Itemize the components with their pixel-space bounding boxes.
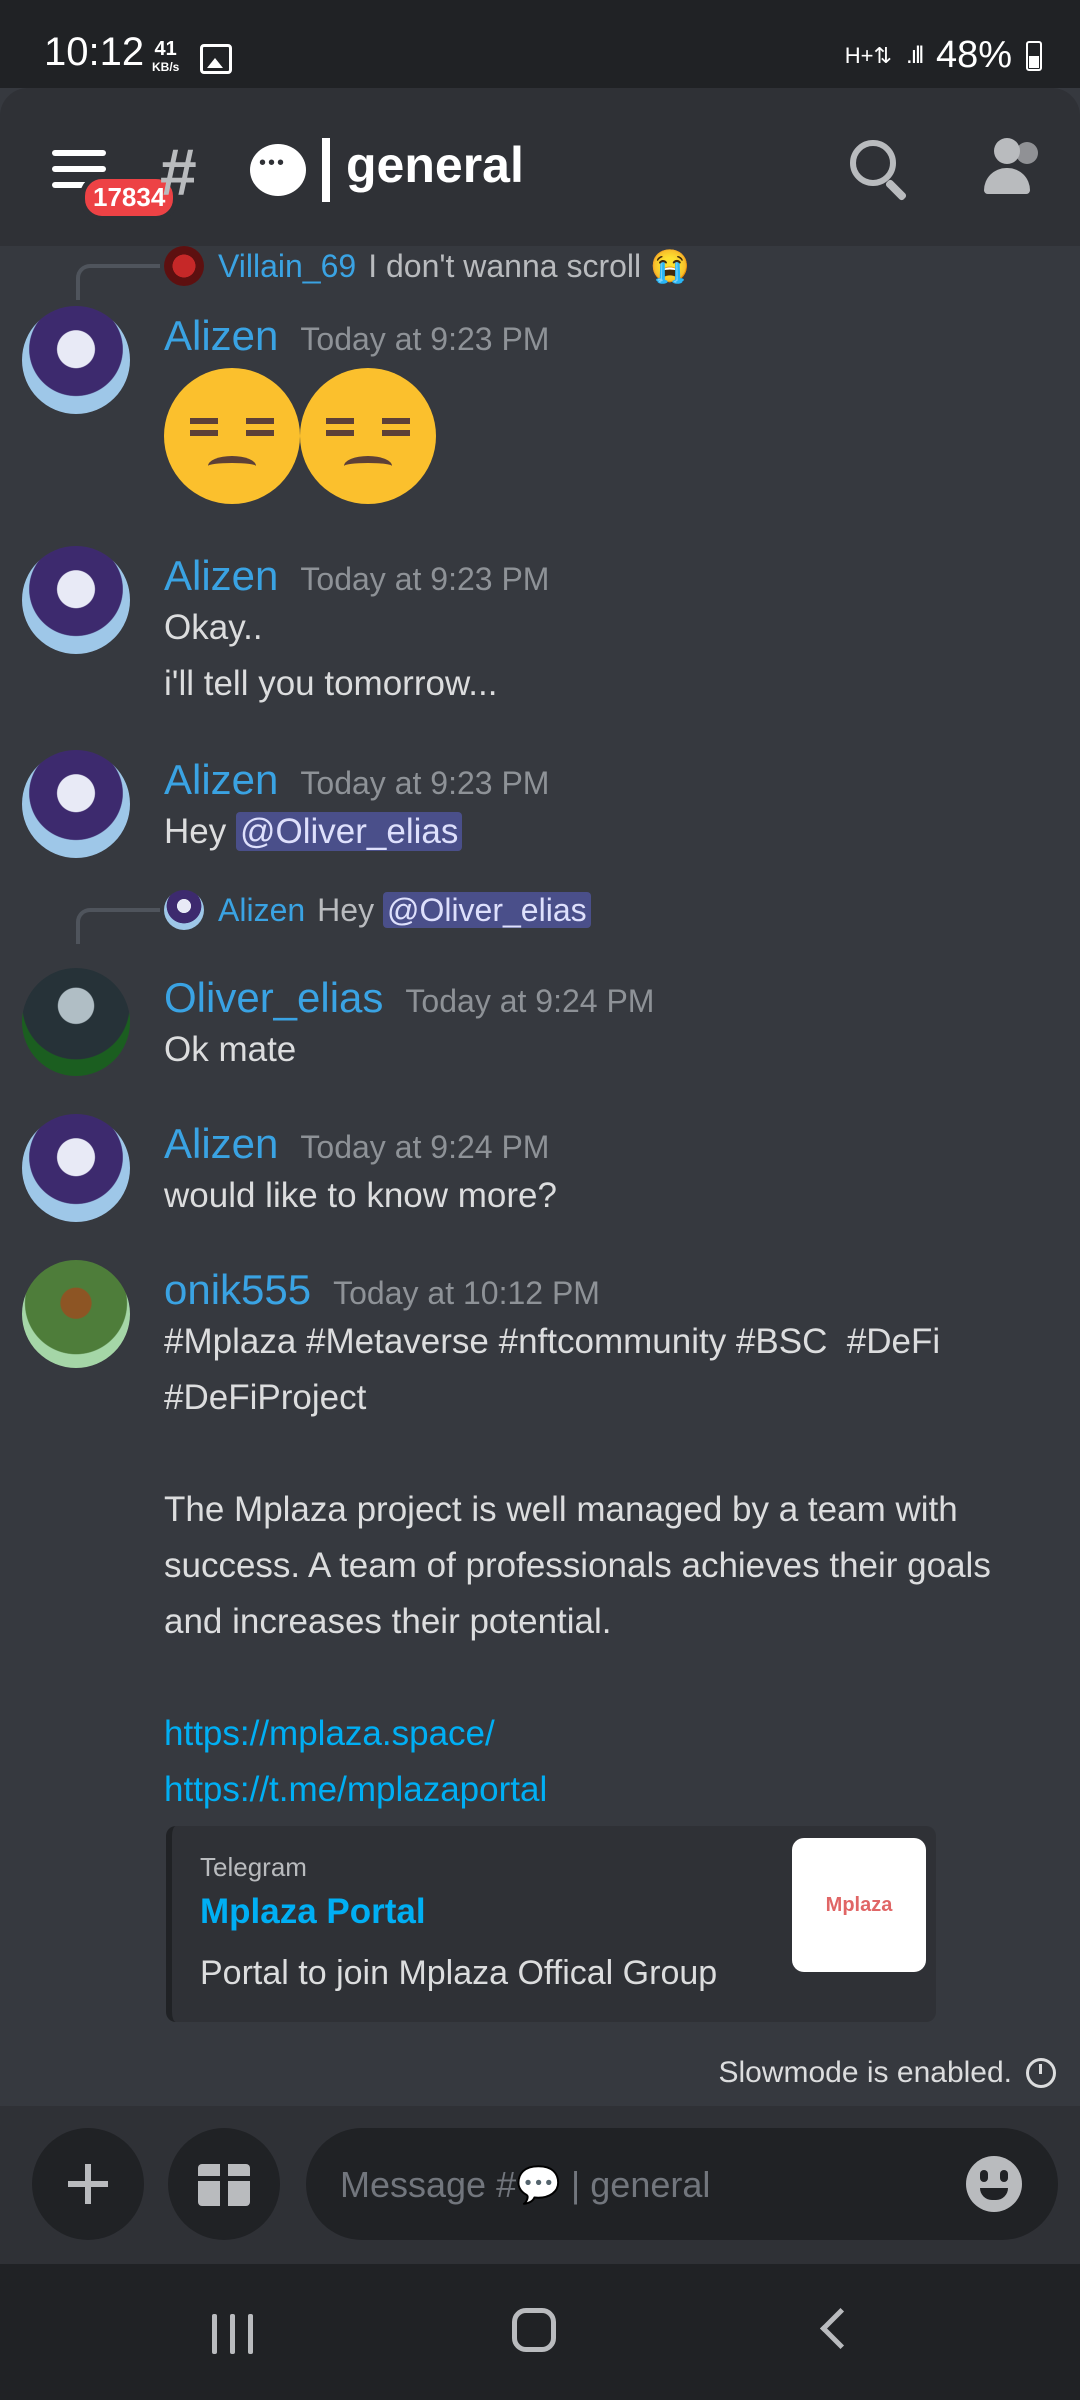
reply-text: Hey @Oliver_elias [317, 891, 591, 929]
channel-separator [322, 138, 330, 202]
reply-text-prefix: Hey [317, 891, 383, 928]
system-nav-bar [0, 2264, 1080, 2400]
status-right: H+⇅ .ıll 48% [845, 34, 1042, 77]
status-time: 10:12 [44, 30, 145, 74]
message-text: Okay.. i'll tell you tomorrow... [164, 608, 498, 703]
message-text: Hey @Oliver_elias [164, 804, 1050, 860]
avatar [164, 246, 204, 286]
message-timestamp: Today at 9:23 PM [300, 321, 550, 357]
mplaza-logo: Mplaza [825, 1893, 893, 1916]
network-speed: 41 KB/s [152, 38, 180, 76]
message-text: would like to know more? [164, 1176, 557, 1215]
signal-icon: .ıll [905, 41, 924, 69]
home-button[interactable] [512, 2308, 556, 2352]
network-speed-value: 41 [154, 38, 177, 60]
message-timestamp: Today at 10:12 PM [333, 1275, 600, 1311]
message-timestamp: Today at 9:23 PM [300, 765, 550, 801]
channel-hash-lock-icon: # [160, 135, 197, 209]
unamused-face-icon [300, 368, 436, 504]
message-timestamp: Today at 9:24 PM [300, 1129, 550, 1165]
avatar[interactable] [22, 968, 130, 1076]
reply-connector [76, 908, 160, 944]
message-text: #Mplaza #Metaverse #nftcommunity #BSC #D… [164, 1322, 991, 1641]
message-username[interactable]: Oliver_elias [164, 974, 383, 1022]
embed-description: Portal to join Mplaza Offical Group [200, 1954, 718, 1992]
slowmode-text: Slowmode is enabled. [718, 2056, 1012, 2089]
back-button[interactable] [819, 2307, 862, 2350]
embed-provider: Telegram [200, 1852, 307, 1882]
user-mention[interactable]: @Oliver_elias [382, 891, 591, 928]
reply-preview[interactable]: Villain_69 I don't wanna scroll 😭 [164, 246, 690, 286]
gift-icon [194, 2156, 254, 2206]
message: Alizen Today at 9:24 PM would like to kn… [164, 1120, 1050, 1224]
channel-title[interactable]: general [346, 136, 524, 194]
message-input[interactable]: Message #💬 | general [306, 2128, 1058, 2240]
avatar[interactable] [22, 546, 130, 654]
search-icon[interactable] [850, 140, 896, 186]
message: onik555 Today at 10:12 PM #Mplaza #Metav… [164, 1266, 1050, 1818]
message: Oliver_elias Today at 9:24 PM Ok mate [164, 974, 1050, 1078]
avatar[interactable] [22, 1260, 130, 1368]
message-link[interactable]: https://mplaza.space/ [164, 1706, 1050, 1762]
slowmode-bar: Slowmode is enabled. [0, 2036, 1080, 2106]
message-list[interactable]: Villain_69 I don't wanna scroll 😭 Alizen… [0, 246, 1080, 2036]
embed-title[interactable]: Mplaza Portal [200, 1892, 426, 1932]
message-placeholder: Message #💬 | general [340, 2164, 711, 2205]
avatar[interactable] [22, 306, 130, 414]
message-username[interactable]: onik555 [164, 1266, 311, 1314]
message: Alizen Today at 9:23 PM [164, 312, 1050, 509]
emoji-picker-icon[interactable] [966, 2156, 1022, 2212]
composer: Message #💬 | general [0, 2106, 1080, 2264]
speech-bubble-icon [250, 144, 306, 196]
avatar [164, 890, 204, 930]
link-embed[interactable]: Telegram Mplaza Portal Portal to join Mp… [166, 1826, 936, 2022]
battery-level: 48% [935, 34, 1012, 76]
battery-icon [1026, 40, 1042, 71]
data-arrows-icon: H+⇅ [844, 42, 892, 68]
reply-text: I don't wanna scroll 😭 [368, 248, 690, 284]
message-username[interactable]: Alizen [164, 1120, 278, 1168]
add-attachment-button[interactable] [32, 2128, 144, 2240]
message-username[interactable]: Alizen [164, 312, 278, 360]
emoji-row [164, 368, 1050, 509]
reply-connector [76, 264, 160, 300]
timer-icon [1026, 2058, 1056, 2088]
message-link[interactable]: https://t.me/mplazaportal [164, 1762, 1050, 1818]
avatar[interactable] [22, 750, 130, 858]
channel-header: 17834 # general [0, 88, 1080, 246]
message-timestamp: Today at 9:23 PM [300, 561, 550, 597]
network-speed-unit: KB/s [152, 60, 180, 74]
message-text-prefix: Hey [164, 812, 236, 851]
reply-username[interactable]: Villain_69 [218, 248, 356, 285]
message: Alizen Today at 9:23 PM Okay.. i'll tell… [164, 552, 1050, 712]
reply-preview[interactable]: Alizen Hey @Oliver_elias [164, 890, 591, 930]
reply-username[interactable]: Alizen [218, 892, 305, 929]
message: Alizen Today at 9:23 PM Hey @Oliver_elia… [164, 756, 1050, 860]
message-username[interactable]: Alizen [164, 756, 278, 804]
status-bar: 10:12 41 KB/s H+⇅ .ıll 48% [0, 0, 1080, 88]
user-mention[interactable]: @Oliver_elias [235, 812, 463, 851]
members-icon[interactable] [980, 138, 1040, 198]
avatar[interactable] [22, 1114, 130, 1222]
gallery-notification-icon [200, 44, 232, 74]
unamused-face-icon [164, 368, 300, 504]
recent-apps-button[interactable] [212, 2314, 256, 2354]
message-timestamp: Today at 9:24 PM [405, 983, 655, 1019]
message-text: Ok mate [164, 1030, 297, 1069]
message-username[interactable]: Alizen [164, 552, 278, 600]
gift-button[interactable] [168, 2128, 280, 2240]
embed-thumbnail[interactable]: Mplaza [792, 1838, 926, 1972]
